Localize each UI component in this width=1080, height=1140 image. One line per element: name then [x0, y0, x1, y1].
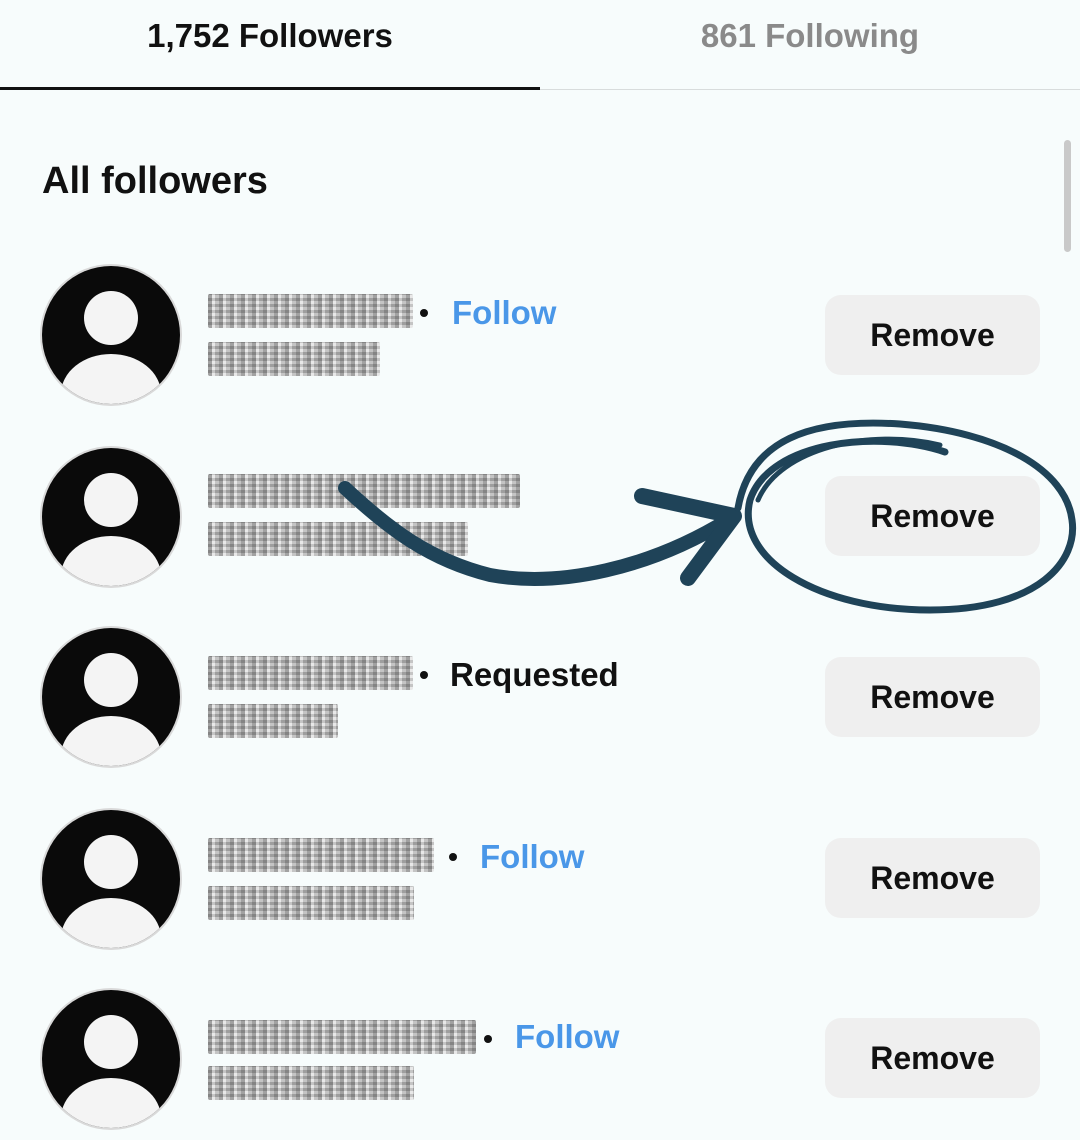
remove-button[interactable]: Remove [825, 295, 1040, 375]
separator-dot [420, 671, 428, 679]
scrollbar[interactable] [1064, 140, 1071, 252]
remove-button[interactable]: Remove [825, 838, 1040, 918]
avatar-icon[interactable] [42, 810, 180, 948]
tab-following[interactable]: 861 Following [540, 0, 1080, 90]
avatar-icon[interactable] [42, 628, 180, 766]
username-redacted[interactable] [208, 656, 413, 690]
username-redacted[interactable] [208, 1020, 476, 1054]
separator-dot [484, 1035, 492, 1043]
username-redacted[interactable] [208, 294, 413, 328]
tab-bar: 1,752 Followers 861 Following [0, 0, 1080, 92]
username-redacted[interactable] [208, 474, 520, 508]
display-name-redacted [208, 1066, 414, 1100]
remove-button[interactable]: Remove [825, 657, 1040, 737]
separator-dot [449, 853, 457, 861]
active-tab-indicator [0, 87, 540, 90]
display-name-redacted [208, 342, 380, 376]
follower-row[interactable]: Follow Remove [0, 990, 1080, 1140]
follower-row[interactable]: Follow Remove [0, 266, 1080, 416]
separator-dot [420, 309, 428, 317]
tab-divider [540, 89, 1080, 90]
follow-link[interactable]: Follow [515, 1020, 619, 1054]
follow-link[interactable]: Follow [480, 840, 584, 874]
tab-followers[interactable]: 1,752 Followers [0, 0, 540, 90]
follow-link[interactable]: Follow [452, 296, 556, 330]
avatar-icon[interactable] [42, 990, 180, 1128]
remove-button[interactable]: Remove [825, 476, 1040, 556]
username-redacted[interactable] [208, 838, 434, 872]
requested-status[interactable]: Requested [450, 658, 619, 692]
follower-row[interactable]: Requested Remove [0, 628, 1080, 778]
section-title: All followers [42, 160, 268, 202]
avatar-icon[interactable] [42, 448, 180, 586]
avatar-icon[interactable] [42, 266, 180, 404]
remove-button[interactable]: Remove [825, 1018, 1040, 1098]
follower-row[interactable]: Remove [0, 448, 1080, 598]
display-name-redacted [208, 704, 338, 738]
display-name-redacted [208, 886, 414, 920]
display-name-redacted [208, 522, 468, 556]
follower-row[interactable]: Follow Remove [0, 810, 1080, 960]
